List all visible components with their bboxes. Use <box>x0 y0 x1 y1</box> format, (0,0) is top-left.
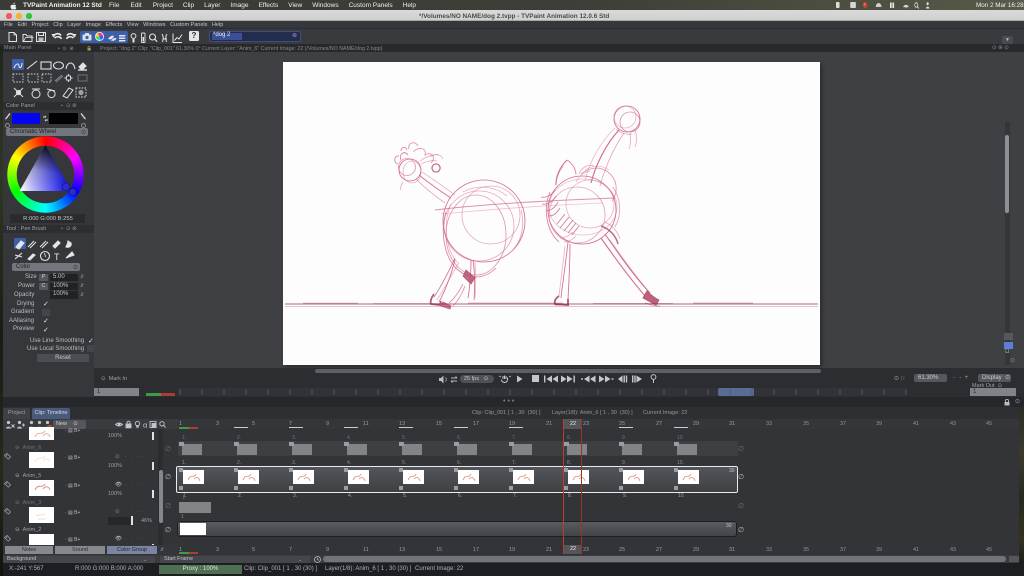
svg-text:α: α <box>143 420 148 429</box>
svg-text:T: T <box>54 252 60 262</box>
